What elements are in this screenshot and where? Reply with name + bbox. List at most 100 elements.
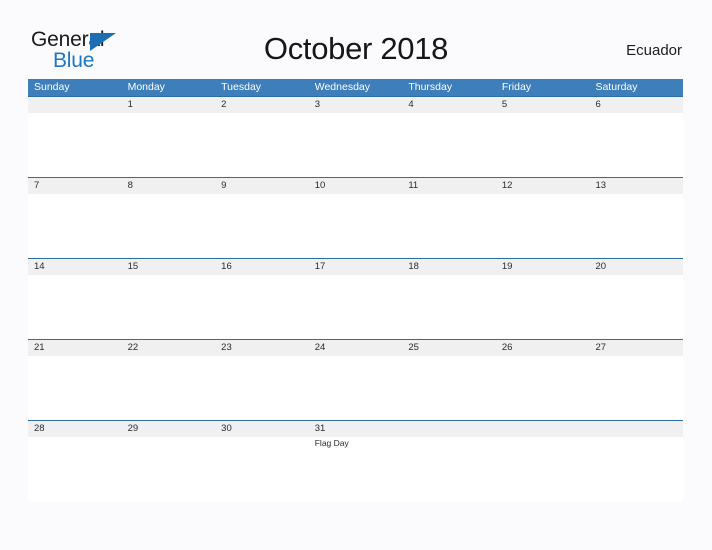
day-cell[interactable]: 14	[28, 259, 122, 275]
week-event-band	[28, 356, 683, 420]
day-number: 19	[501, 261, 513, 272]
event-cell[interactable]	[215, 194, 309, 258]
day-cell[interactable]: 22	[122, 340, 216, 356]
event-cell[interactable]	[28, 113, 122, 177]
day-cell[interactable]: 23	[215, 340, 309, 356]
event-cell[interactable]	[28, 437, 122, 501]
day-cell[interactable]: 26	[496, 340, 590, 356]
event-cell[interactable]	[122, 275, 216, 339]
weekday-header-wednesday: Wednesday	[314, 81, 370, 93]
day-cell[interactable]: 4	[402, 97, 496, 113]
event-cell[interactable]	[589, 437, 683, 501]
day-cell[interactable]	[589, 421, 683, 437]
day-cell[interactable]: 2	[215, 97, 309, 113]
day-number: 22	[127, 342, 139, 353]
weekday-header-row: Sunday Monday Tuesday Wednesday Thursday…	[28, 79, 683, 96]
event-cell[interactable]	[215, 437, 309, 501]
day-cell[interactable]: 6	[589, 97, 683, 113]
day-number: 28	[34, 423, 45, 434]
event-cell[interactable]	[122, 194, 216, 258]
day-cell[interactable]: 17	[309, 259, 403, 275]
event-cell[interactable]	[589, 275, 683, 339]
day-number: 27	[595, 342, 607, 353]
event-cell[interactable]	[309, 356, 403, 420]
day-number: 18	[408, 261, 419, 272]
day-number: 3	[314, 99, 321, 110]
event-cell[interactable]	[122, 356, 216, 420]
event-cell[interactable]	[402, 437, 496, 501]
day-cell[interactable]: 21	[28, 340, 122, 356]
weekday-header-friday: Friday	[501, 81, 532, 93]
day-cell[interactable]: 29	[122, 421, 216, 437]
event-cell[interactable]	[215, 113, 309, 177]
week-date-band: 28 29 30 31	[28, 421, 683, 437]
event-cell[interactable]	[496, 194, 590, 258]
event-cell[interactable]	[309, 275, 403, 339]
day-number: 25	[408, 342, 419, 353]
day-cell[interactable]	[496, 421, 590, 437]
event-cell[interactable]	[309, 194, 403, 258]
event-cell[interactable]	[496, 356, 590, 420]
day-cell[interactable]: 10	[309, 178, 403, 194]
calendar-page: General Blue October 2018 Ecuador Sunday…	[0, 0, 712, 550]
day-number: 10	[314, 180, 326, 191]
event-cell[interactable]: Flag Day	[309, 437, 403, 501]
weekday-header-monday: Monday	[127, 81, 165, 93]
event-cell[interactable]	[28, 194, 122, 258]
day-cell[interactable]: 12	[496, 178, 590, 194]
event-cell[interactable]	[402, 275, 496, 339]
day-cell[interactable]: 9	[215, 178, 309, 194]
day-cell[interactable]: 11	[402, 178, 496, 194]
day-number: 23	[221, 342, 232, 353]
day-cell[interactable]: 1	[122, 97, 216, 113]
day-cell[interactable]	[402, 421, 496, 437]
day-cell[interactable]: 16	[215, 259, 309, 275]
weekday-header-sunday: Sunday	[34, 81, 70, 93]
day-cell[interactable]: 5	[496, 97, 590, 113]
week-date-band: 21 22 23 24 25 26 27	[28, 340, 683, 356]
event-cell[interactable]	[589, 194, 683, 258]
event-cell[interactable]	[215, 275, 309, 339]
day-number: 26	[501, 342, 513, 353]
event-cell[interactable]	[402, 356, 496, 420]
day-cell[interactable]: 28	[28, 421, 122, 437]
event-cell[interactable]	[309, 113, 403, 177]
page-header: General Blue October 2018 Ecuador	[0, 0, 712, 76]
event-cell[interactable]	[496, 275, 590, 339]
day-cell[interactable]: 3	[309, 97, 403, 113]
day-cell[interactable]: 24	[309, 340, 403, 356]
event-cell[interactable]	[122, 113, 216, 177]
day-number: 8	[127, 180, 133, 191]
day-cell[interactable]: 19	[496, 259, 590, 275]
calendar-grid: Sunday Monday Tuesday Wednesday Thursday…	[28, 79, 683, 501]
day-cell[interactable]: 18	[402, 259, 496, 275]
event-cell[interactable]	[122, 437, 216, 501]
day-cell[interactable]: 31	[309, 421, 403, 437]
day-cell[interactable]: 27	[589, 340, 683, 356]
day-cell[interactable]: 7	[28, 178, 122, 194]
weekday-header-thursday: Thursday	[408, 81, 453, 93]
day-number: 11	[408, 180, 419, 191]
week-event-band	[28, 113, 683, 177]
day-cell[interactable]: 15	[122, 259, 216, 275]
day-cell[interactable]: 13	[589, 178, 683, 194]
day-cell[interactable]	[28, 97, 122, 113]
day-cell[interactable]: 20	[589, 259, 683, 275]
day-number: 9	[221, 180, 227, 191]
event-cell[interactable]	[28, 275, 122, 339]
event-cell[interactable]	[215, 356, 309, 420]
event-cell[interactable]	[402, 194, 496, 258]
day-number: 4	[408, 99, 414, 110]
event-cell[interactable]	[496, 113, 590, 177]
day-cell[interactable]: 25	[402, 340, 496, 356]
day-cell[interactable]: 30	[215, 421, 309, 437]
day-number: 6	[595, 99, 601, 110]
event-cell[interactable]	[402, 113, 496, 177]
region-label: Ecuador	[626, 42, 682, 59]
day-number: 2	[221, 99, 227, 110]
day-cell[interactable]: 8	[122, 178, 216, 194]
event-cell[interactable]	[28, 356, 122, 420]
event-cell[interactable]	[589, 356, 683, 420]
event-cell[interactable]	[589, 113, 683, 177]
event-cell[interactable]	[496, 437, 590, 501]
